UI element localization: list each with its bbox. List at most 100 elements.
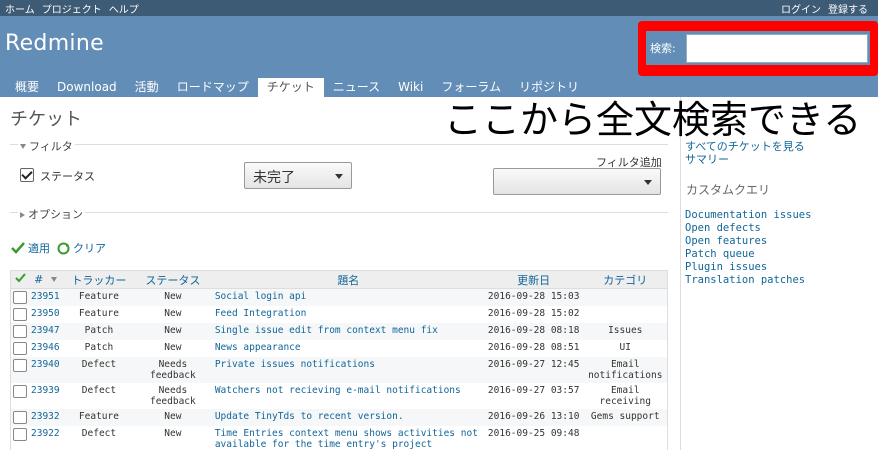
- table-row[interactable]: 23932 Feature New Update TinyTds to rece…: [10, 409, 668, 426]
- row-checkbox[interactable]: [13, 428, 27, 441]
- table-row[interactable]: 23951 Feature New Social login api 2016-…: [10, 288, 668, 306]
- filters-legend[interactable]: フィルタ: [18, 138, 75, 154]
- row-checkbox[interactable]: [13, 359, 27, 372]
- column-header-id[interactable]: #: [29, 270, 65, 289]
- filters-border: [10, 144, 668, 145]
- query-translation-patches[interactable]: Translation patches: [685, 274, 805, 287]
- row-checkbox[interactable]: [13, 342, 27, 355]
- top-menu-help-link[interactable]: ヘルプ: [109, 1, 139, 16]
- tab-forums[interactable]: フォーラム: [432, 78, 510, 97]
- issue-subject-link[interactable]: Update TinyTds to recent version.: [215, 411, 404, 422]
- issue-subject-link[interactable]: Single issue edit from context menu fix: [215, 325, 438, 336]
- apply-button[interactable]: 適用: [11, 240, 50, 256]
- search-input[interactable]: [686, 34, 868, 63]
- table-row[interactable]: 23940 Defect Needs feedback Private issu…: [10, 357, 668, 383]
- issue-id-link[interactable]: 23940: [31, 359, 60, 370]
- row-checkbox[interactable]: [13, 291, 27, 304]
- sort-desc-icon: [50, 277, 57, 282]
- issue-subject-link[interactable]: Watchers not recieving e-mail notificati…: [215, 385, 461, 396]
- apply-button-label: 適用: [28, 242, 50, 255]
- issue-status: New: [132, 288, 213, 306]
- issue-updated: 2016-09-28 15:02: [487, 308, 580, 319]
- project-title[interactable]: Redmine: [5, 31, 104, 56]
- issue-subject-link[interactable]: Private issues notifications: [215, 359, 375, 370]
- issue-status: New: [132, 409, 213, 426]
- issue-status: New: [164, 342, 182, 353]
- issues-table: # トラッカー ステータス 題名 更新日 カテゴリ 23951 Feature …: [10, 270, 668, 450]
- issue-updated: 2016-09-28 08:51: [487, 342, 580, 353]
- tab-download[interactable]: Download: [48, 78, 126, 97]
- issue-updated: 2016-09-28 15:03: [483, 288, 584, 306]
- query-patch-queue[interactable]: Patch queue: [685, 248, 755, 261]
- issue-updated: 2016-09-25 09:48: [487, 428, 580, 439]
- issue-updated: 2016-09-27 03:57: [487, 385, 580, 396]
- issue-status: Needs feedback: [149, 385, 196, 407]
- expand-arrow-icon: [20, 212, 25, 218]
- top-menu-projects-link[interactable]: プロジェクト: [42, 1, 102, 16]
- issue-category: Issues: [583, 323, 668, 340]
- annotation-text: ここから全文検索できる: [444, 98, 862, 142]
- column-header-status[interactable]: ステータス: [132, 270, 213, 289]
- options-legend[interactable]: オプション: [18, 206, 85, 222]
- tab-issues[interactable]: チケット: [257, 78, 324, 97]
- clear-button[interactable]: クリア: [57, 240, 106, 256]
- toggle-all-header[interactable]: [10, 270, 29, 289]
- query-open-defects[interactable]: Open defects: [685, 222, 761, 235]
- issue-tracker: Feature: [64, 409, 133, 426]
- issue-category: Gems support: [583, 409, 668, 426]
- row-checkbox[interactable]: [13, 411, 27, 424]
- status-filter-checkbox[interactable]: [20, 168, 34, 182]
- table-row[interactable]: 23939 Defect Needs feedback Watchers not…: [11, 383, 668, 409]
- column-header-subject[interactable]: 題名: [212, 270, 484, 289]
- top-menu: ホーム プロジェクト ヘルプ ログイン 登録する: [0, 0, 878, 16]
- column-header-category[interactable]: カテゴリ: [583, 270, 668, 289]
- issue-id-link[interactable]: 23946: [31, 342, 60, 353]
- issue-tracker: Defect: [81, 428, 117, 439]
- options-border: [10, 212, 668, 213]
- issue-tracker: Defect: [64, 357, 133, 383]
- column-header-tracker[interactable]: トラッカー: [64, 270, 133, 289]
- table-row[interactable]: 23950 Feature New Feed Integration 2016-…: [11, 306, 668, 323]
- tab-news[interactable]: ニュース: [324, 78, 389, 97]
- main-menu: 概要 Download 活動 ロードマップ チケット ニュース Wiki フォー…: [6, 78, 588, 97]
- issue-id-link[interactable]: 23950: [31, 308, 60, 319]
- issue-id-link[interactable]: 23922: [31, 428, 60, 439]
- issue-subject-link[interactable]: Feed Integration: [215, 308, 307, 319]
- tab-wiki[interactable]: Wiki: [389, 78, 432, 97]
- row-checkbox[interactable]: [13, 308, 27, 321]
- custom-queries-heading: カスタムクエリ: [686, 183, 771, 197]
- table-row[interactable]: 23922 Defect New Time Entries context me…: [11, 426, 668, 450]
- issue-subject-link[interactable]: Time Entries context menu shows activiti…: [215, 428, 478, 450]
- top-menu-home-link[interactable]: ホーム: [5, 1, 35, 16]
- query-documentation-issues[interactable]: Documentation issues: [685, 209, 811, 222]
- status-operator-select[interactable]: 未完了: [244, 162, 352, 189]
- clear-button-label: クリア: [73, 242, 106, 255]
- summary-link[interactable]: サマリー: [685, 153, 729, 166]
- issue-id-link[interactable]: 23939: [31, 385, 60, 396]
- tab-repository[interactable]: リポジトリ: [510, 78, 588, 97]
- register-link[interactable]: 登録する: [828, 1, 868, 16]
- add-filter-select[interactable]: [493, 168, 661, 195]
- tab-activity[interactable]: 活動: [126, 78, 168, 97]
- query-plugin-issues[interactable]: Plugin issues: [685, 261, 767, 274]
- query-open-features[interactable]: Open features: [685, 235, 767, 248]
- issue-id-link[interactable]: 23947: [31, 325, 60, 336]
- issue-id-link[interactable]: 23951: [31, 291, 60, 302]
- issue-tracker: Defect: [81, 385, 117, 396]
- table-row[interactable]: 23946 Patch New News appearance 2016-09-…: [11, 340, 668, 357]
- login-link[interactable]: ログイン: [781, 1, 821, 16]
- issue-id-link[interactable]: 23932: [31, 411, 60, 422]
- row-checkbox[interactable]: [13, 325, 27, 338]
- issue-status: Needs feedback: [132, 357, 213, 383]
- table-row[interactable]: 23947 Patch New Single issue edit from c…: [10, 323, 668, 340]
- issue-subject-link[interactable]: News appearance: [215, 342, 301, 353]
- row-checkbox[interactable]: [13, 385, 27, 398]
- issue-tracker: Patch: [64, 323, 133, 340]
- issue-tracker: Feature: [64, 288, 133, 306]
- issue-status: New: [164, 308, 182, 319]
- column-header-updated[interactable]: 更新日: [483, 270, 584, 289]
- tab-roadmap[interactable]: ロードマップ: [168, 78, 258, 97]
- issue-updated: 2016-09-28 08:18: [483, 323, 584, 340]
- issue-subject-link[interactable]: Social login api: [215, 291, 307, 302]
- tab-overview[interactable]: 概要: [6, 78, 48, 97]
